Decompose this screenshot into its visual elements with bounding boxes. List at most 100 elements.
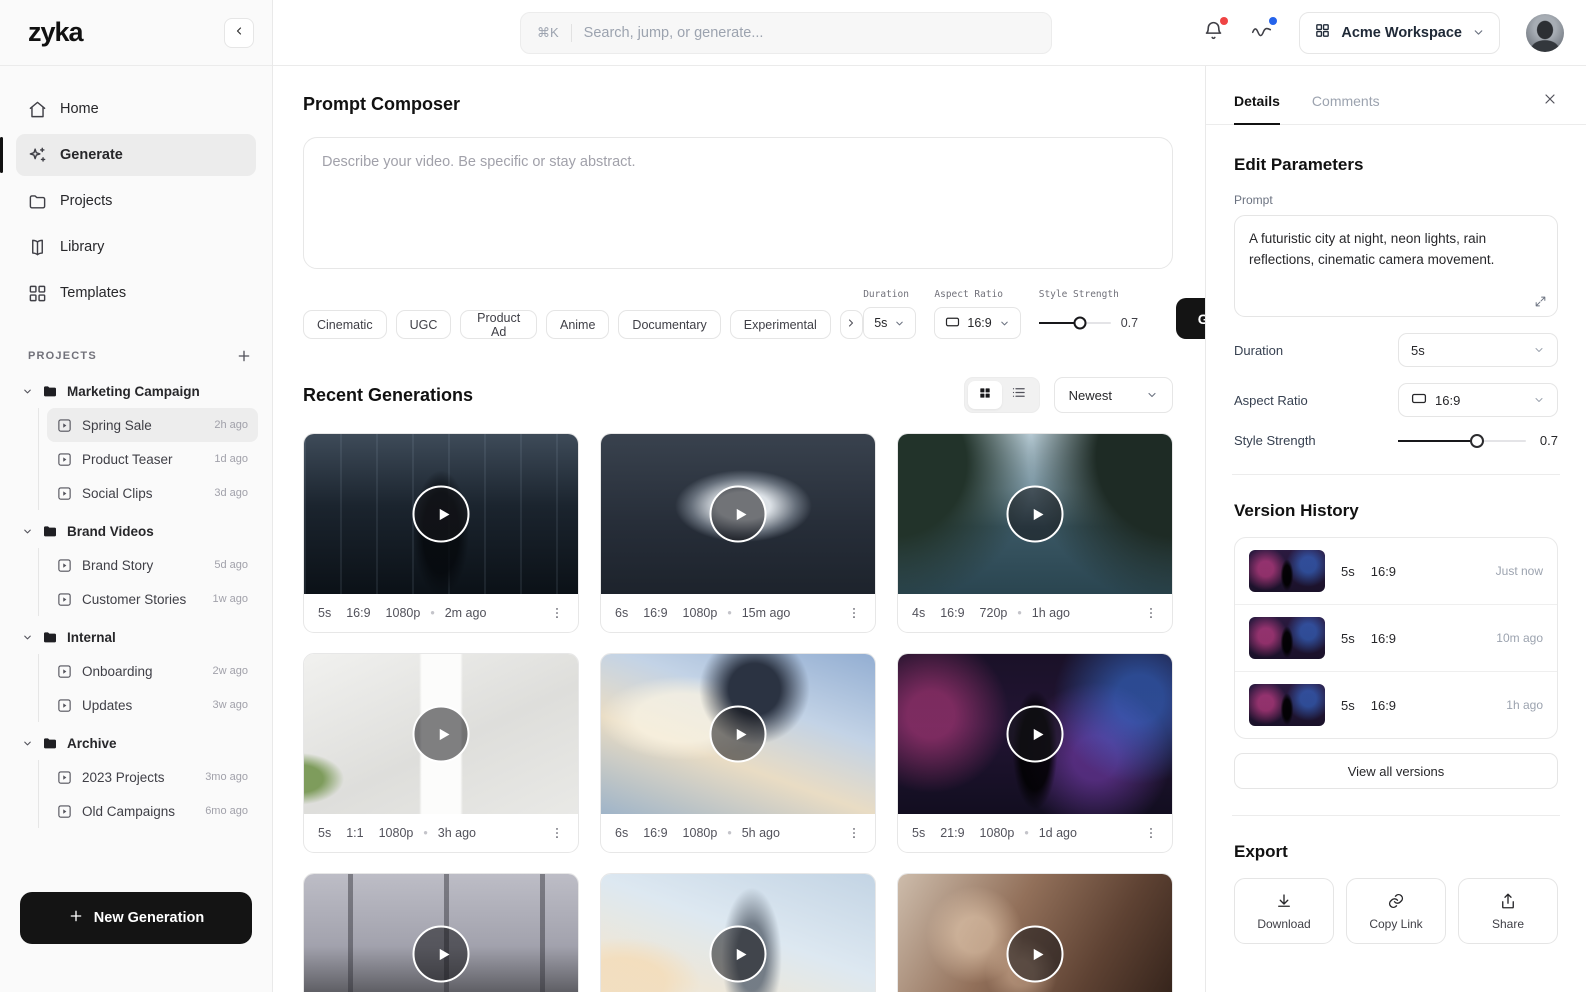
play-button[interactable] <box>412 705 470 763</box>
generation-card[interactable] <box>303 873 579 992</box>
generation-card[interactable]: 5s 16:9 1080p • 2m ago <box>303 433 579 633</box>
more-chips-button[interactable] <box>839 310 864 339</box>
panel-style-slider[interactable]: 0.7 <box>1398 433 1558 448</box>
card-menu-button[interactable] <box>847 606 861 620</box>
style-strength-slider[interactable]: 0.7 <box>1038 307 1138 339</box>
play-button[interactable] <box>1006 485 1064 543</box>
close-panel-button[interactable] <box>1542 91 1558 112</box>
style-chips: Cinematic UGC Product Ad Anime Documenta… <box>303 310 864 339</box>
user-avatar[interactable] <box>1526 13 1564 52</box>
project-item-time: 2h ago <box>214 419 248 431</box>
sidebar-item-home[interactable]: Home <box>16 88 256 130</box>
card-menu-button[interactable] <box>1144 826 1158 840</box>
grid-view-button[interactable] <box>967 381 1002 409</box>
aspect-rect-icon <box>945 316 960 331</box>
generation-card[interactable] <box>600 873 876 992</box>
project-item-updates[interactable]: Updates 3w ago <box>47 688 258 722</box>
aspect-ratio-select[interactable]: 16:9 <box>934 307 1021 339</box>
project-item-customer-stories[interactable]: Customer Stories 1w ago <box>47 582 258 616</box>
project-item-name: Onboarding <box>82 663 153 679</box>
tab-comments[interactable]: Comments <box>1312 78 1380 124</box>
workspace-switcher[interactable]: Acme Workspace <box>1299 11 1500 54</box>
play-button[interactable] <box>1006 925 1064 983</box>
generation-card[interactable] <box>897 873 1173 992</box>
expand-icon[interactable] <box>1534 295 1547 308</box>
tab-details[interactable]: Details <box>1234 78 1280 125</box>
sidebar-item-templates[interactable]: Templates <box>16 272 256 314</box>
project-item-old-campaigns[interactable]: Old Campaigns 6mo ago <box>47 794 258 828</box>
card-duration: 5s <box>318 826 332 840</box>
new-generation-button[interactable]: New Generation <box>20 892 252 944</box>
sidebar-item-label: Home <box>60 101 99 117</box>
slider-knob[interactable] <box>1470 433 1485 448</box>
folder-children: Onboarding 2w ago Updates 3w ago <box>38 654 258 722</box>
chip-product-ad[interactable]: Product Ad <box>460 310 537 339</box>
version-row[interactable]: 5s 16:9 10m ago <box>1235 604 1557 671</box>
generation-card[interactable]: 6s 16:9 1080p • 15m ago <box>600 433 876 633</box>
add-project-button[interactable] <box>236 348 252 364</box>
panel-aspect-select[interactable]: 16:9 <box>1398 383 1558 417</box>
card-menu-button[interactable] <box>1144 606 1158 620</box>
view-all-versions-button[interactable]: View all versions <box>1234 753 1558 789</box>
version-ratio: 16:9 <box>1370 630 1397 646</box>
copy-link-button[interactable]: Copy Link <box>1346 878 1446 944</box>
project-item-spring-sale[interactable]: Spring Sale 2h ago <box>47 408 258 442</box>
play-button[interactable] <box>709 925 767 983</box>
download-button[interactable]: Download <box>1234 878 1334 944</box>
view-toggle <box>963 377 1040 413</box>
project-item-2023-projects[interactable]: 2023 Projects 3mo ago <box>47 760 258 794</box>
card-menu-button[interactable] <box>550 826 564 840</box>
list-view-button[interactable] <box>1002 381 1036 409</box>
project-item-onboarding[interactable]: Onboarding 2w ago <box>47 654 258 688</box>
folder-internal[interactable]: Internal <box>16 620 258 654</box>
sort-select[interactable]: Newest <box>1053 377 1173 413</box>
play-button[interactable] <box>1006 705 1064 763</box>
folder-archive[interactable]: Archive <box>16 726 258 760</box>
project-item-time: 3w ago <box>212 699 248 711</box>
panel-duration-select[interactable]: 5s <box>1398 333 1558 367</box>
generation-card[interactable]: 4s 16:9 720p • 1h ago <box>897 433 1173 633</box>
prompt-value-input[interactable]: A futuristic city at night, neon lights,… <box>1249 229 1543 301</box>
chip-experimental[interactable]: Experimental <box>729 310 831 339</box>
folder-brand-videos[interactable]: Brand Videos <box>16 514 258 548</box>
play-button[interactable] <box>709 485 767 543</box>
video-clip-icon <box>57 418 72 433</box>
card-ratio: 16:9 <box>643 826 668 840</box>
sidebar-collapse-button[interactable] <box>224 17 254 48</box>
version-row[interactable]: 5s 16:9 Just now <box>1235 538 1557 604</box>
card-time: 15m ago <box>741 606 791 620</box>
share-button[interactable]: Share <box>1458 878 1558 944</box>
panel-style-value: 0.7 <box>1539 433 1558 448</box>
version-row[interactable]: 5s 16:9 1h ago <box>1235 671 1557 738</box>
notifications-button[interactable] <box>1203 16 1229 46</box>
sidebar-item-generate[interactable]: Generate <box>0 134 256 176</box>
workspace-grid-icon <box>1314 22 1331 43</box>
card-menu-button[interactable] <box>550 606 564 620</box>
version-list: 5s 16:9 Just now 5s 16:9 10m ago 5s 16:9… <box>1234 537 1558 739</box>
activity-button[interactable] <box>1250 16 1278 46</box>
project-item-product-teaser[interactable]: Product Teaser 1d ago <box>47 442 258 476</box>
chip-anime[interactable]: Anime <box>545 310 610 339</box>
generation-card[interactable]: 6s 16:9 1080p • 5h ago <box>600 653 876 853</box>
book-icon <box>28 238 47 257</box>
generation-card[interactable]: 5s 1:1 1080p • 3h ago <box>303 653 579 853</box>
project-item-brand-story[interactable]: Brand Story 5d ago <box>47 548 258 582</box>
sidebar-item-library[interactable]: Library <box>16 226 256 268</box>
search-input[interactable]: ⌘K Search, jump, or generate... <box>520 12 1052 54</box>
chip-cinematic[interactable]: Cinematic <box>303 310 387 339</box>
duration-select[interactable]: 5s <box>863 307 917 339</box>
generate-button[interactable]: Generate <box>1176 298 1205 339</box>
folder-marketing-campaign[interactable]: Marketing Campaign <box>16 374 258 408</box>
play-button[interactable] <box>412 485 470 543</box>
slider-knob[interactable] <box>1073 316 1087 330</box>
chip-documentary[interactable]: Documentary <box>618 310 721 339</box>
card-menu-button[interactable] <box>847 826 861 840</box>
project-item-social-clips[interactable]: Social Clips 3d ago <box>47 476 258 510</box>
prompt-input[interactable] <box>322 154 1154 252</box>
play-button[interactable] <box>709 705 767 763</box>
chip-ugc[interactable]: UGC <box>395 310 452 339</box>
sidebar-item-projects[interactable]: Projects <box>16 180 256 222</box>
video-thumbnail <box>601 654 875 814</box>
generation-card[interactable]: 5s 21:9 1080p • 1d ago <box>897 653 1173 853</box>
play-button[interactable] <box>412 925 470 983</box>
